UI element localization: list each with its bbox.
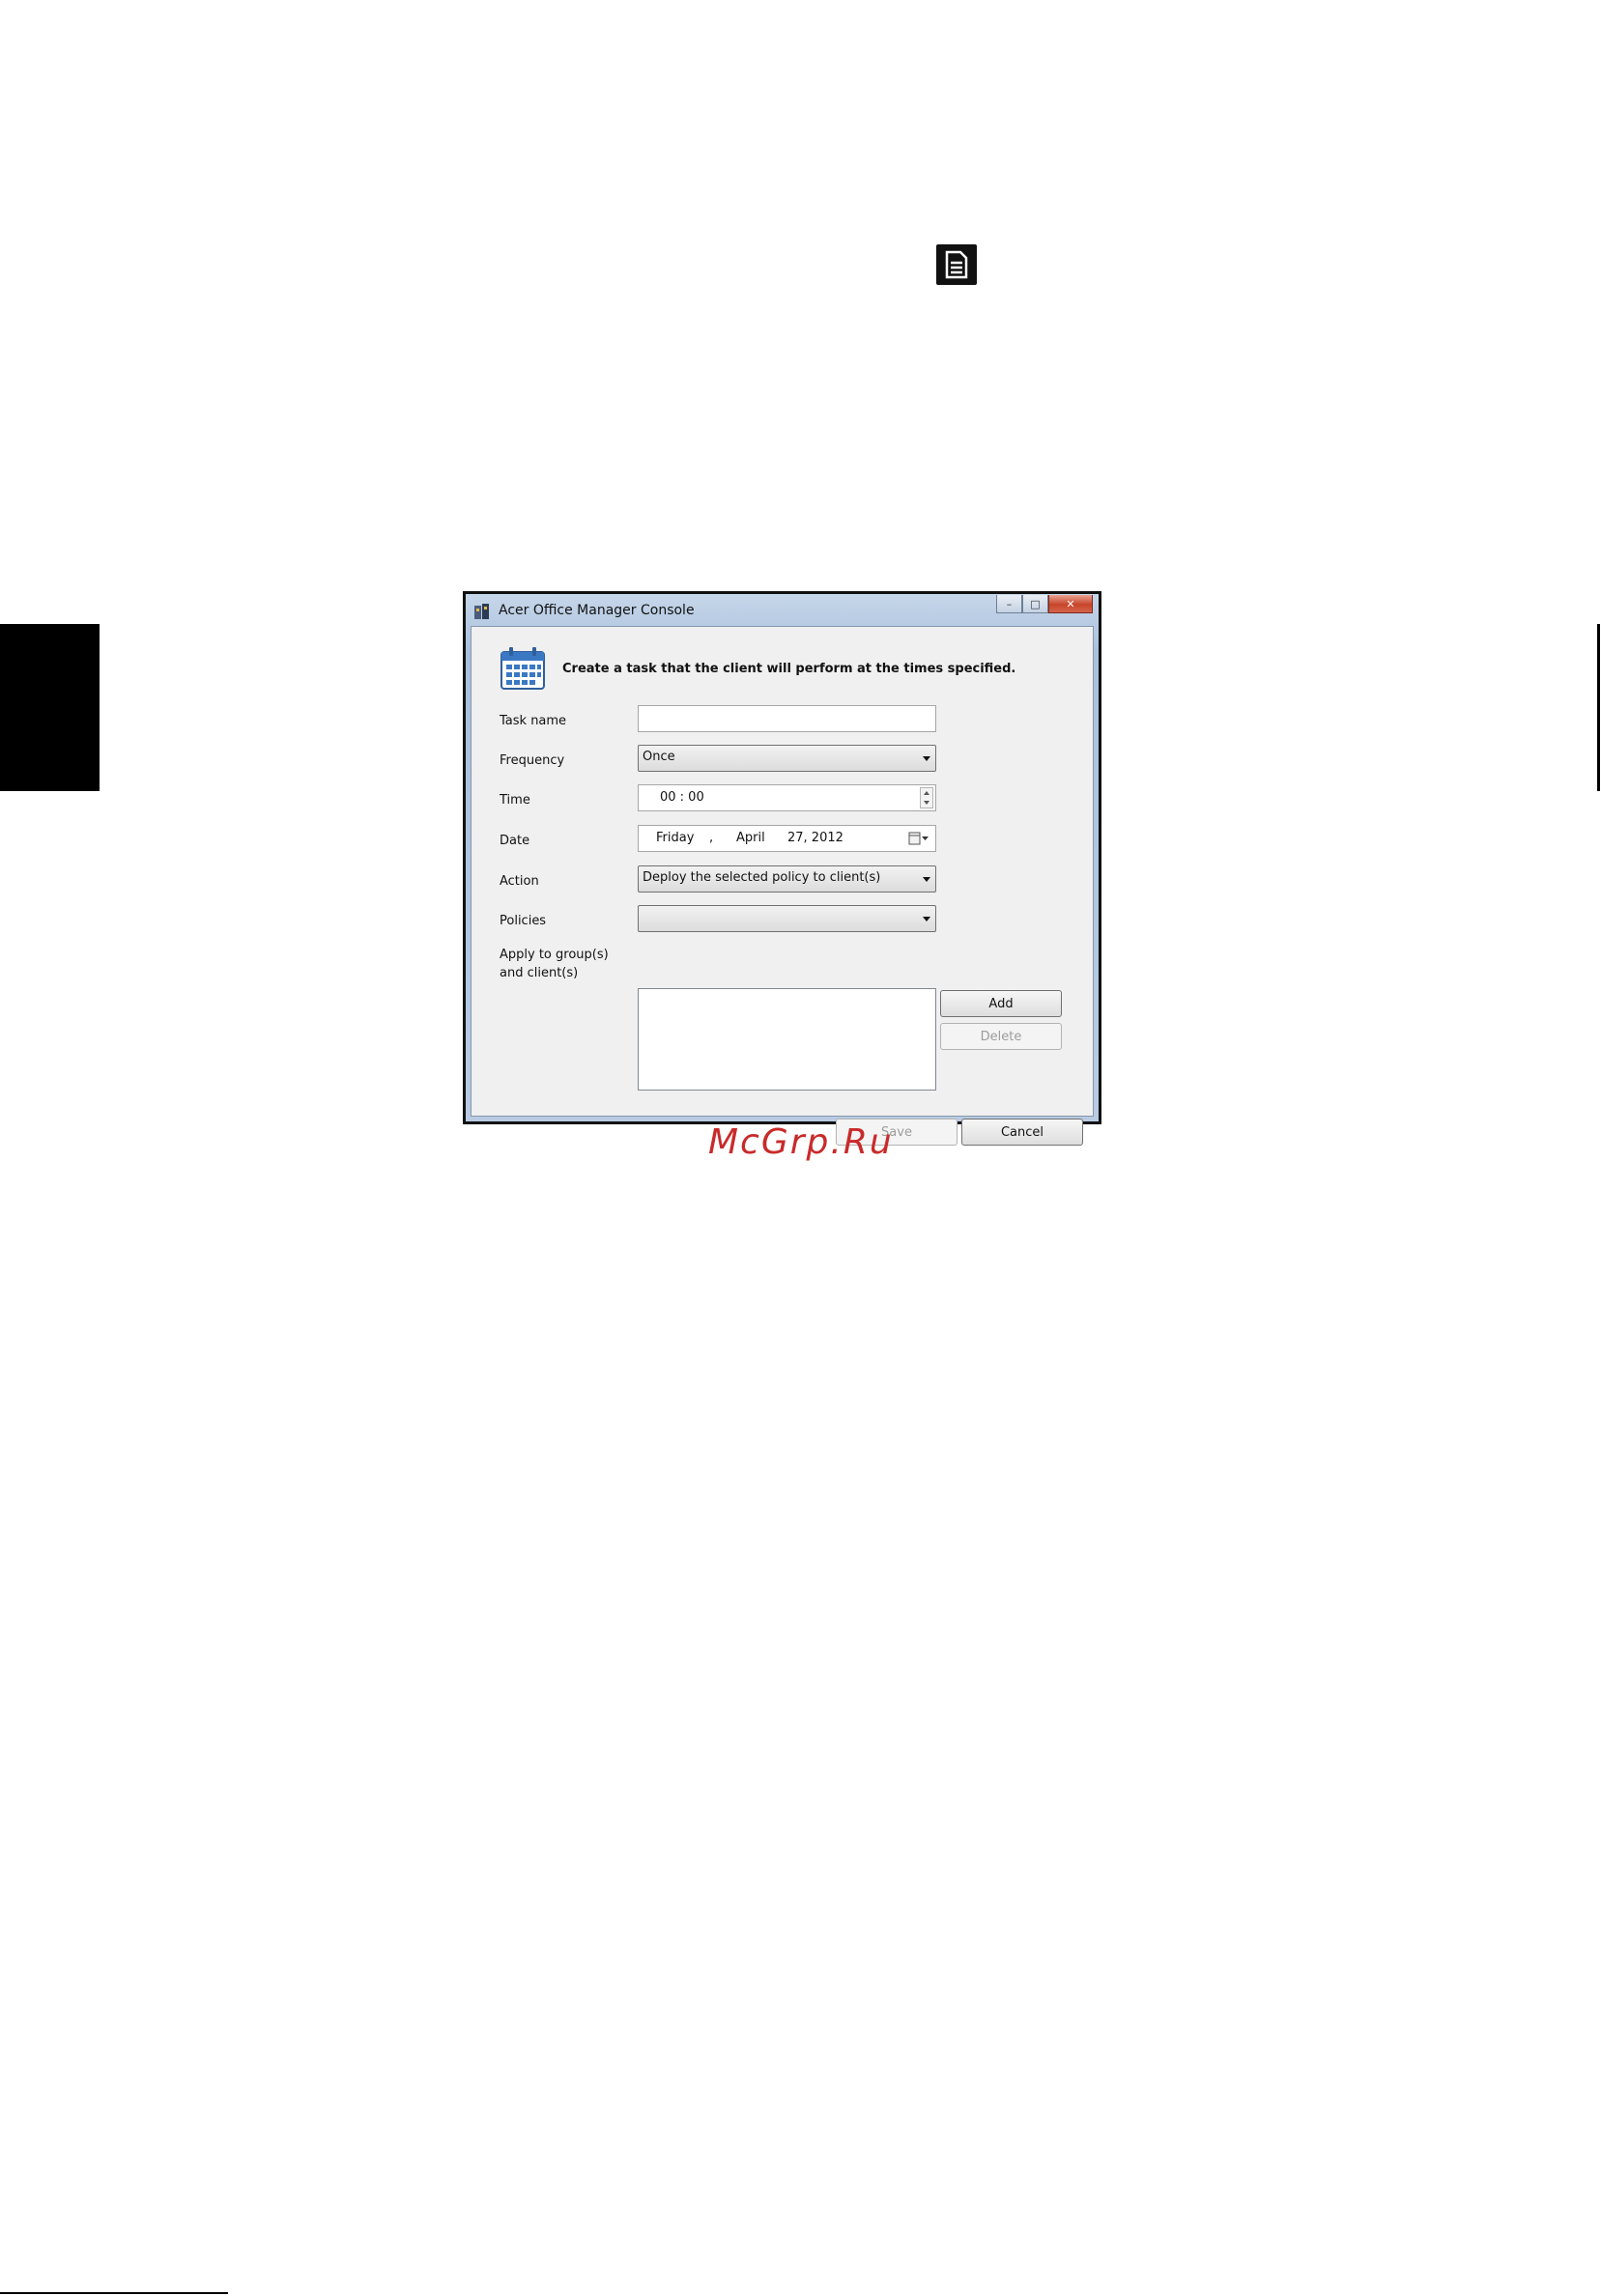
right-edge-mark bbox=[1597, 624, 1600, 791]
console-window: Acer Office Manager Console – □ ✕ Create… bbox=[463, 591, 1101, 1146]
task-name-input[interactable] bbox=[638, 705, 936, 732]
spinner-down-icon[interactable] bbox=[924, 801, 929, 805]
action-select[interactable]: Deploy the selected policy to client(s) bbox=[638, 865, 936, 893]
maximize-button[interactable]: □ bbox=[1022, 595, 1048, 613]
app-icon bbox=[474, 604, 489, 619]
document-icon bbox=[936, 244, 977, 285]
cancel-button[interactable]: Cancel bbox=[961, 1119, 1083, 1146]
chevron-down-icon bbox=[923, 917, 930, 921]
date-picker[interactable]: Friday , April 27, 2012 bbox=[638, 825, 936, 852]
calendar-icon bbox=[500, 647, 545, 690]
policies-label: Policies bbox=[500, 914, 547, 928]
chevron-down-icon bbox=[923, 877, 930, 882]
date-month: April bbox=[736, 831, 765, 845]
task-name-label: Task name bbox=[500, 714, 567, 728]
date-separator: , bbox=[709, 831, 714, 845]
time-value: 00 : 00 bbox=[660, 790, 704, 805]
frequency-label: Frequency bbox=[500, 753, 565, 768]
date-label: Date bbox=[500, 834, 530, 848]
footer-rule bbox=[0, 2292, 228, 2294]
action-value: Deploy the selected policy to client(s) bbox=[643, 870, 881, 885]
spinner-up-icon[interactable] bbox=[924, 791, 929, 795]
action-label: Action bbox=[500, 874, 539, 889]
chevron-down-icon bbox=[923, 756, 930, 761]
title-bar[interactable]: Acer Office Manager Console – □ ✕ bbox=[466, 594, 1099, 627]
delete-button[interactable]: Delete bbox=[940, 1023, 1062, 1050]
time-spinner[interactable] bbox=[920, 787, 933, 808]
groups-clients-list[interactable] bbox=[638, 988, 936, 1091]
apply-label-line1: Apply to group(s) bbox=[500, 948, 609, 962]
apply-label-line2: and client(s) bbox=[500, 966, 579, 980]
minimize-button[interactable]: – bbox=[996, 595, 1022, 613]
time-label: Time bbox=[500, 793, 530, 808]
chapter-tab bbox=[0, 624, 100, 791]
frequency-value: Once bbox=[643, 750, 675, 764]
dialog-body: Create a task that the client will perfo… bbox=[471, 626, 1094, 1146]
window-title: Acer Office Manager Console bbox=[499, 603, 695, 618]
policies-select[interactable] bbox=[638, 905, 936, 932]
add-button[interactable]: Add bbox=[940, 990, 1062, 1017]
dialog-header: Create a task that the client will perfo… bbox=[562, 662, 1016, 676]
frequency-select[interactable]: Once bbox=[638, 745, 936, 772]
close-button[interactable]: ✕ bbox=[1048, 595, 1093, 613]
calendar-dropdown-icon[interactable] bbox=[908, 832, 929, 845]
time-picker[interactable]: 00 : 00 bbox=[638, 784, 936, 811]
date-day-year: 27, 2012 bbox=[787, 831, 843, 845]
watermark: McGrp.Ru bbox=[708, 1122, 894, 1162]
date-weekday: Friday bbox=[656, 831, 695, 845]
